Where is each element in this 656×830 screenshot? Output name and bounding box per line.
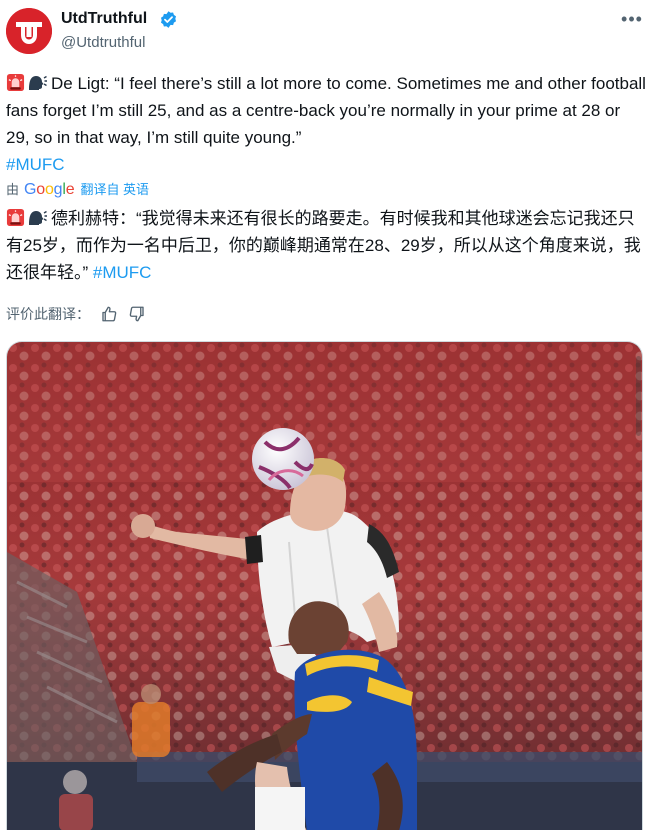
tweet-header: UtdTruthful @Utdtruthful ••• [0, 0, 656, 64]
translation-attribution: 由 Google 翻译自 英语 [6, 181, 149, 199]
rate-translation: 评价此翻译： [6, 303, 146, 325]
speaking-head-emoji [29, 210, 47, 225]
tweet-translated-text: 德利赫特：“我觉得未来还有很长的路要走。有时候我和其他球迷会忘记我还只有25岁，… [6, 205, 646, 286]
tweet-original-text: De Ligt: “I feel there’s still a lot mor… [6, 70, 646, 178]
thumbs-up-icon[interactable] [100, 305, 118, 323]
photo-scrollbar[interactable] [636, 356, 641, 436]
verified-badge-icon [160, 11, 177, 28]
tweet-photo[interactable] [6, 341, 643, 830]
avatar[interactable] [6, 8, 52, 54]
speaking-head-emoji [29, 75, 47, 90]
hashtag-link[interactable]: #MUFC [93, 263, 152, 282]
google-logo: Google [24, 181, 75, 198]
thumbs-down-icon[interactable] [128, 305, 146, 323]
more-options-icon[interactable]: ••• [616, 8, 648, 32]
translated-from-link[interactable]: 翻译自 英语 [80, 181, 149, 199]
police-light-emoji [6, 208, 25, 227]
football-header-photo [7, 342, 642, 830]
by-label: 由 [6, 182, 20, 197]
display-name[interactable]: UtdTruthful [61, 9, 147, 29]
avatar-logo [6, 8, 52, 54]
police-light-emoji [6, 73, 25, 92]
original-text: De Ligt: “I feel there’s still a lot mor… [6, 74, 646, 147]
user-handle[interactable]: @Utdtruthful [61, 33, 145, 53]
rate-label: 评价此翻译： [6, 306, 90, 322]
hashtag-link[interactable]: #MUFC [6, 155, 65, 174]
